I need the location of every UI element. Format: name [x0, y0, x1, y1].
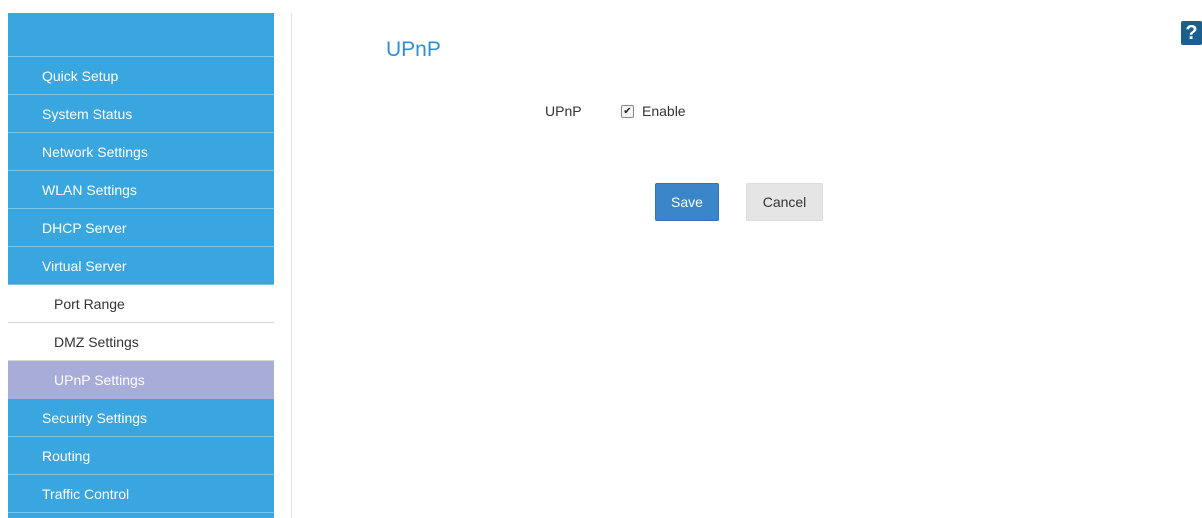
content-divider — [291, 13, 292, 518]
sidebar-item-dhcp-server[interactable]: DHCP Server — [8, 209, 274, 247]
enable-checkbox[interactable]: ✔ — [621, 105, 634, 118]
sidebar-item-system-status[interactable]: System Status — [8, 95, 274, 133]
sidebar-item-network-settings[interactable]: Network Settings — [8, 133, 274, 171]
sidebar-subitem-upnp-settings[interactable]: UPnP Settings — [8, 361, 274, 399]
sidebar-item-quick-setup[interactable]: Quick Setup — [8, 57, 274, 95]
upnp-field-label: UPnP — [545, 103, 582, 119]
sidebar-subitem-dmz-settings[interactable]: DMZ Settings — [8, 323, 274, 361]
sidebar: Quick Setup System Status Network Settin… — [8, 13, 274, 518]
enable-checkbox-label[interactable]: Enable — [642, 103, 686, 119]
save-button[interactable]: Save — [655, 183, 719, 221]
page-title: UPnP — [386, 38, 441, 61]
sidebar-item-security-settings[interactable]: Security Settings — [8, 399, 274, 437]
sidebar-item-traffic-control[interactable]: Traffic Control — [8, 475, 274, 513]
cancel-button[interactable]: Cancel — [746, 183, 823, 221]
sidebar-item-wlan-settings[interactable]: WLAN Settings — [8, 171, 274, 209]
sidebar-header — [8, 13, 274, 57]
help-icon[interactable]: ? — [1181, 21, 1202, 45]
sidebar-subitem-port-range[interactable]: Port Range — [8, 285, 274, 323]
sidebar-item-virtual-server[interactable]: Virtual Server — [8, 247, 274, 285]
sidebar-item-routing[interactable]: Routing — [8, 437, 274, 475]
